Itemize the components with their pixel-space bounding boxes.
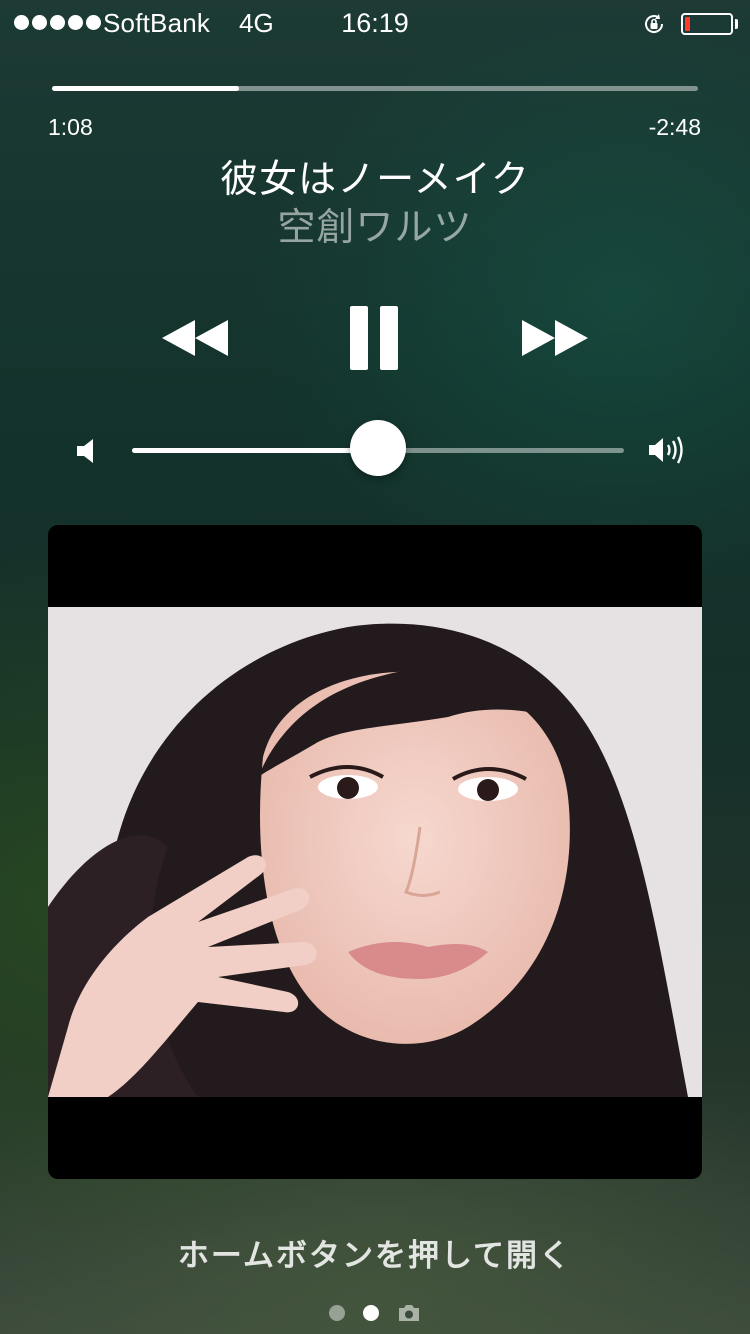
battery-tip	[735, 19, 738, 29]
speaker-low-icon	[77, 439, 93, 463]
page-indicator[interactable]	[0, 1303, 750, 1323]
album-cover-photo	[48, 607, 702, 1097]
volume-thumb[interactable]	[350, 420, 406, 476]
artist-name: 空創ワルツ	[277, 207, 473, 249]
status-bar: SoftBank 4G 16:19	[0, 0, 750, 48]
page-dot-active[interactable]	[363, 1305, 379, 1321]
rewind-icon	[162, 320, 228, 356]
speaker-high-icon	[649, 436, 683, 464]
elapsed-time: 1:08	[48, 114, 93, 140]
unlock-hint: ホームボタンを押して開く	[177, 1238, 573, 1273]
pause-button[interactable]	[348, 306, 402, 370]
album-artwork	[48, 525, 702, 1179]
camera-icon[interactable]	[397, 1303, 421, 1323]
remaining-time: -2:48	[648, 114, 701, 140]
rewind-button[interactable]	[160, 318, 230, 358]
playback-progress-fill	[52, 86, 240, 91]
orientation-lock-icon	[645, 14, 664, 33]
battery-icon	[681, 13, 733, 35]
volume-fill	[132, 448, 378, 453]
pause-icon	[350, 306, 398, 370]
fast-forward-icon	[522, 320, 588, 356]
playback-scrubber[interactable]	[52, 86, 698, 91]
song-title: 彼女はノーメイク	[220, 159, 530, 201]
fast-forward-button[interactable]	[520, 318, 590, 358]
page-dot[interactable]	[329, 1305, 345, 1321]
status-time: 16:19	[341, 8, 409, 38]
